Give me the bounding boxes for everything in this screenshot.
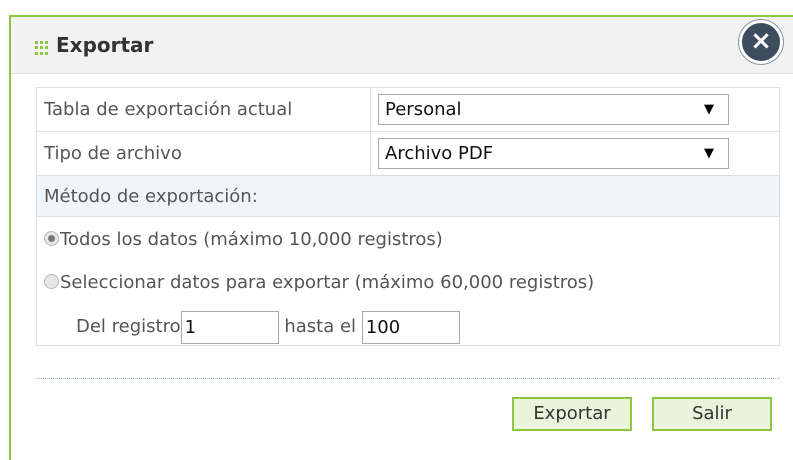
option-select-row[interactable]: Seleccionar datos para exportar (máximo … — [44, 266, 772, 309]
table-select-cell: Personal ▼ — [370, 87, 780, 132]
filetype-select-value: Archivo PDF — [385, 143, 494, 164]
export-button[interactable]: Exportar — [512, 397, 632, 431]
range-from-label: Del registro — [76, 316, 181, 337]
close-icon[interactable]: × — [739, 20, 783, 64]
divider — [36, 378, 780, 379]
table-select-value: Personal — [385, 99, 462, 120]
export-form: Tabla de exportación actual Personal ▼ T… — [36, 87, 780, 346]
filetype-select-cell: Archivo PDF ▼ — [370, 131, 780, 176]
table-label: Tabla de exportación actual — [36, 87, 371, 132]
dropdown-arrow-icon: ▼ — [704, 146, 714, 161]
table-row: Todos los datos (máximo 10,000 registros… — [36, 216, 780, 346]
table-select[interactable]: Personal ▼ — [378, 94, 729, 125]
table-row: Método de exportación: — [36, 175, 780, 217]
option-select-label: Seleccionar datos para exportar (máximo … — [60, 272, 595, 293]
filetype-select[interactable]: Archivo PDF ▼ — [378, 138, 729, 169]
range-to-label: hasta el — [284, 316, 357, 337]
dialog-title: Exportar — [56, 33, 154, 57]
range-row: Del registro 1 hasta el 100 — [44, 309, 772, 345]
option-all-label: Todos los datos (máximo 10,000 registros… — [60, 229, 443, 250]
exit-button[interactable]: Salir — [652, 397, 772, 431]
dropdown-arrow-icon: ▼ — [704, 102, 714, 117]
option-all-row[interactable]: Todos los datos (máximo 10,000 registros… — [44, 223, 772, 266]
range-from-input[interactable]: 1 — [180, 310, 279, 344]
filetype-label: Tipo de archivo — [36, 131, 371, 176]
option-all-radio[interactable] — [44, 231, 59, 246]
table-row: Tipo de archivo Archivo PDF ▼ — [36, 131, 780, 176]
method-label: Método de exportación: — [36, 175, 780, 217]
options-cell: Todos los datos (máximo 10,000 registros… — [36, 216, 780, 346]
option-select-radio[interactable] — [44, 274, 59, 289]
range-to-input[interactable]: 100 — [361, 310, 460, 344]
grip-icon — [35, 41, 49, 55]
dialog-titlebar[interactable]: Exportar — [11, 17, 793, 74]
table-row: Tabla de exportación actual Personal ▼ — [36, 87, 780, 132]
